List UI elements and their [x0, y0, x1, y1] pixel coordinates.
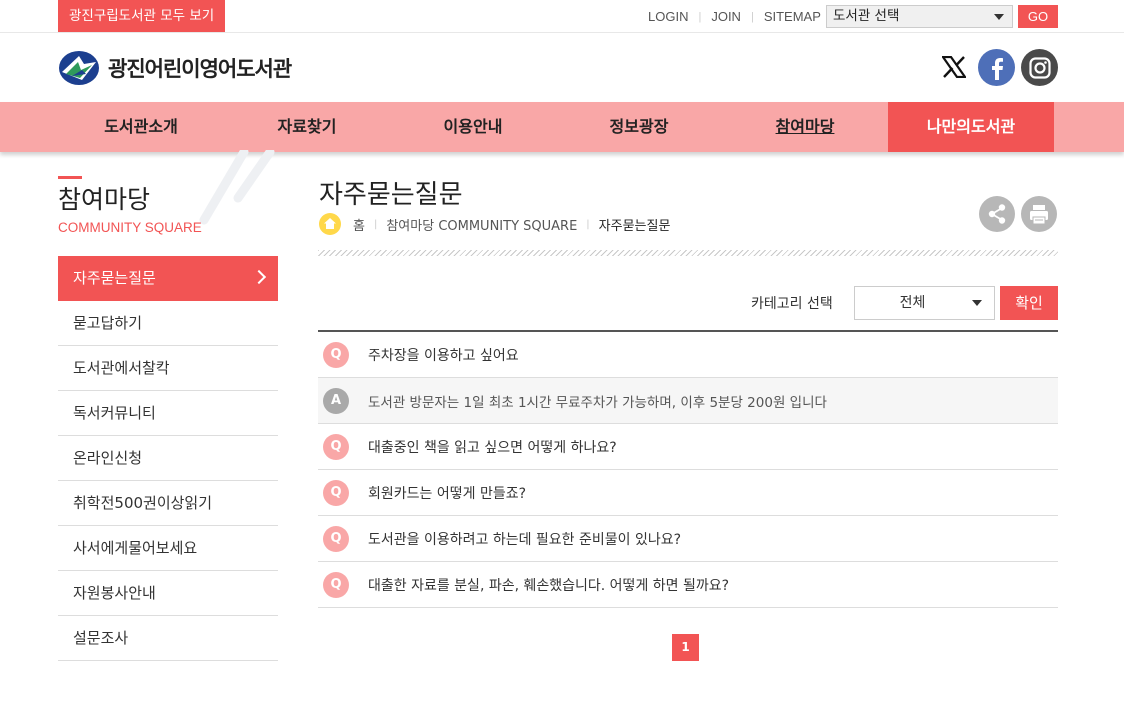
chevron-down-icon — [972, 300, 982, 306]
confirm-button[interactable]: 확인 — [1000, 286, 1058, 320]
x-icon[interactable] — [936, 49, 972, 85]
category-select[interactable]: 전체 — [854, 286, 995, 320]
faq-question-row[interactable]: Q 대출한 자료를 분실, 파손, 훼손했습니다. 어떻게 하면 될까요? — [318, 562, 1058, 608]
faq-question-row[interactable]: Q 회원카드는 어떻게 만들죠? — [318, 470, 1058, 516]
sidebar-item-survey[interactable]: 설문조사 — [58, 616, 278, 661]
faq-question-text[interactable]: 대출중인 책을 읽고 싶으면 어떻게 하나요? — [368, 437, 617, 457]
breadcrumb-section[interactable]: 참여마당 COMMUNITY SQUARE — [386, 215, 577, 234]
print-button[interactable] — [1021, 196, 1057, 232]
utility-links: LOGIN | JOIN | SITEMAP — [648, 0, 821, 33]
gnb-item-label: 나만의도서관 — [926, 117, 1016, 136]
gnb-item-my-library[interactable]: 나만의도서관 — [888, 102, 1054, 152]
breadcrumb-home[interactable]: 홈 — [353, 215, 365, 234]
divider: | — [373, 218, 378, 230]
faq-question-text[interactable]: 회원카드는 어떻게 만들죠? — [368, 483, 526, 503]
library-logo-icon — [59, 51, 99, 85]
answer-badge: A — [323, 387, 349, 414]
sidebar-item-ask-librarian[interactable]: 사서에게물어보세요 — [58, 526, 278, 571]
question-badge: Q — [323, 479, 349, 506]
logo-text: 광진어린이영어도서관 — [108, 57, 292, 81]
share-button[interactable] — [979, 196, 1015, 232]
faq-answer-row: A 도서관 방문자는 1일 최초 1시간 무료주차가 가능하며, 이후 5분당 … — [318, 378, 1058, 424]
faq-list: Q 주차장을 이용하고 싶어요 A 도서관 방문자는 1일 최초 1시간 무료주… — [318, 330, 1058, 608]
question-badge: Q — [323, 341, 349, 368]
all-libraries-button[interactable]: 광진구립도서관 모두 보기 — [58, 0, 226, 32]
sitemap-link[interactable]: SITEMAP — [764, 9, 821, 24]
question-badge: Q — [323, 525, 349, 552]
section-subtitle: COMMUNITY SQUARE — [58, 220, 202, 235]
gnb-item-info[interactable]: 정보광장 — [556, 102, 722, 152]
faq-question-row[interactable]: Q 대출중인 책을 읽고 싶으면 어떻게 하나요? — [318, 424, 1058, 470]
sidebar-item-label: 자원봉사안내 — [73, 584, 156, 602]
printer-icon — [1030, 205, 1048, 225]
gnb-item-label: 자료찾기 — [277, 117, 337, 136]
breadcrumb-current: 자주묻는질문 — [598, 218, 671, 234]
chevron-right-icon — [251, 269, 267, 285]
top-utility-bar: 광진구립도서관 모두 보기 LOGIN | JOIN | SITEMAP 도서관… — [0, 0, 1124, 33]
sidebar-item-label: 취학전500권이상읽기 — [73, 494, 213, 512]
sidebar-item-label: 온라인신청 — [73, 449, 143, 467]
go-button[interactable]: GO — [1018, 5, 1058, 28]
sidebar-item-preschool-reading[interactable]: 취학전500권이상읽기 — [58, 481, 278, 526]
section-accent-bar — [58, 176, 82, 179]
divider: | — [586, 218, 590, 230]
category-label: 카테고리 선택 — [751, 296, 833, 312]
page-title: 자주묻는질문 — [319, 180, 463, 210]
question-badge: Q — [323, 571, 349, 598]
gnb-item-label: 이용안내 — [443, 117, 503, 136]
sidebar-menu: 자주묻는질문 묻고답하기 도서관에서찰칵 독서커뮤니티 온라인신청 취학전500… — [58, 256, 278, 661]
gnb-item-label: 정보광장 — [609, 117, 669, 136]
sidebar-item-volunteer[interactable]: 자원봉사안내 — [58, 571, 278, 616]
join-link[interactable]: JOIN — [711, 9, 741, 24]
gnb-item-search[interactable]: 자료찾기 — [224, 102, 390, 152]
faq-question-text[interactable]: 도서관을 이용하려고 하는데 필요한 준비물이 있나요? — [368, 529, 681, 549]
sidebar-item-photos[interactable]: 도서관에서찰칵 — [58, 346, 278, 391]
sidebar-item-label: 사서에게물어보세요 — [73, 539, 198, 557]
hatched-divider — [318, 250, 1058, 256]
library-select[interactable]: 도서관 선택 — [826, 5, 1013, 28]
pagination-current-page[interactable]: 1 — [672, 634, 699, 661]
gnb-item-guide[interactable]: 이용안내 — [390, 102, 556, 152]
main-navigation: 도서관소개 자료찾기 이용안내 정보광장 참여마당 나만의도서관 — [0, 102, 1124, 152]
sidebar-item-label: 묻고답하기 — [73, 314, 143, 332]
instagram-icon[interactable] — [1021, 49, 1058, 86]
facebook-icon[interactable] — [978, 49, 1015, 86]
share-icon — [988, 204, 1006, 224]
home-icon[interactable] — [319, 213, 341, 235]
decorative-stripes — [199, 150, 275, 225]
sidebar-item-label: 설문조사 — [73, 629, 129, 647]
sidebar-item-qna[interactable]: 묻고답하기 — [58, 301, 278, 346]
gnb-item-community[interactable]: 참여마당 — [722, 102, 888, 152]
faq-question-text[interactable]: 주차장을 이용하고 싶어요 — [368, 345, 519, 365]
question-badge: Q — [323, 433, 349, 460]
gnb-item-library-intro[interactable]: 도서관소개 — [58, 102, 224, 152]
gnb-item-label: 참여마당 — [775, 117, 835, 136]
login-link[interactable]: LOGIN — [648, 9, 688, 24]
site-logo[interactable]: 광진어린이영어도서관 — [58, 50, 292, 86]
sidebar-item-label: 독서커뮤니티 — [73, 404, 156, 422]
faq-question-text[interactable]: 대출한 자료를 분실, 파손, 훼손했습니다. 어떻게 하면 될까요? — [368, 575, 729, 595]
divider: | — [698, 10, 702, 23]
library-select-value: 도서관 선택 — [833, 8, 900, 24]
gnb-item-label: 도서관소개 — [104, 117, 178, 136]
breadcrumb: 홈 | 참여마당 COMMUNITY SQUARE | 자주묻는질문 — [319, 213, 670, 235]
sidebar-item-faq[interactable]: 자주묻는질문 — [58, 256, 278, 301]
sidebar-item-reading-community[interactable]: 독서커뮤니티 — [58, 391, 278, 436]
faq-question-row[interactable]: Q 도서관을 이용하려고 하는데 필요한 준비물이 있나요? — [318, 516, 1058, 562]
faq-question-row[interactable]: Q 주차장을 이용하고 싶어요 — [318, 332, 1058, 378]
chevron-down-icon — [994, 14, 1004, 20]
section-title: 참여마당 — [58, 185, 151, 214]
sidebar-item-label: 자주묻는질문 — [73, 269, 156, 287]
divider: | — [750, 10, 754, 23]
sidebar-item-label: 도서관에서찰칵 — [73, 359, 170, 377]
sidebar-item-online-application[interactable]: 온라인신청 — [58, 436, 278, 481]
category-select-value: 전체 — [899, 295, 926, 311]
faq-answer-text: 도서관 방문자는 1일 최초 1시간 무료주차가 가능하며, 이후 5분당 20… — [368, 394, 827, 411]
